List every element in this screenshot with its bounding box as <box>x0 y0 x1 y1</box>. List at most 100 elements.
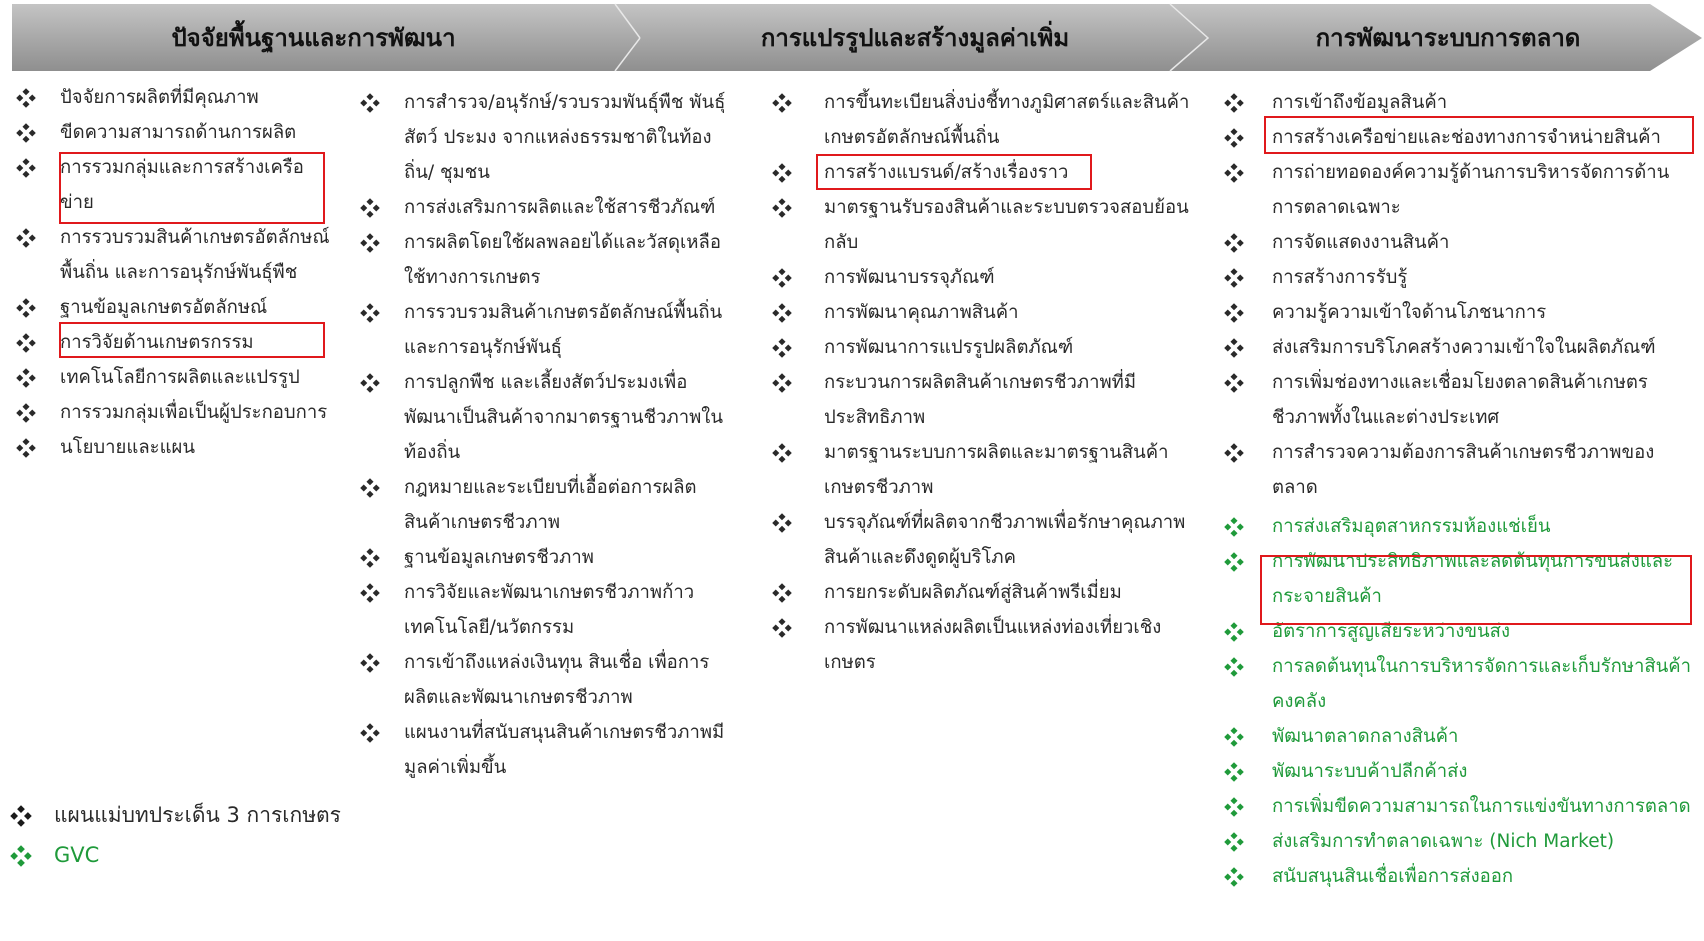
diamond-bullet-icon <box>772 190 792 225</box>
list-item: การสร้างการรับรู้ <box>1224 260 1699 295</box>
list-item-text: การสำรวจ/อนุรักษ์/รวบรวมพันธุ์พืช พันธุ์… <box>404 92 726 183</box>
diamond-bullet-icon <box>1224 155 1244 190</box>
green-diamond-bullet-icon <box>1224 544 1244 579</box>
list-item-text: ฐานข้อมูลเกษตรอัตลักษณ์ <box>60 297 268 318</box>
list-item-text: การลดต้นทุนในการบริหารจัดการและเก็บรักษา… <box>1272 656 1692 712</box>
diamond-bullet-icon <box>16 325 36 360</box>
list-item-text: มาตรฐานระบบการผลิตและมาตรฐานสินค้าเกษตรช… <box>824 442 1169 498</box>
diamond-bullet-icon <box>16 430 36 465</box>
list-item-text: การสำรวจความต้องการสินค้าเกษตรชีวภาพของต… <box>1272 442 1655 498</box>
list-item-text: สนับสนุนสินเชื่อเพื่อการส่งออก <box>1272 866 1514 887</box>
green-diamond-bullet-icon <box>1224 719 1244 754</box>
list-item-text: การเพิ่มช่องทางและเชื่อมโยงตลาดสินค้าเกษ… <box>1272 372 1648 428</box>
list-item: พัฒนาตลาดกลางสินค้า <box>1224 719 1699 754</box>
legend-black-diamond-icon <box>10 795 32 830</box>
list-item: การขึ้นทะเบียนสิ่งบ่งชี้ทางภูมิศาสตร์และ… <box>772 85 1202 155</box>
highlight-box-networking <box>59 152 325 224</box>
list-item-text: การเพิ่มขีดความสามารถในการแข่งขันทางการต… <box>1272 796 1691 817</box>
green-diamond-bullet-icon <box>1224 859 1244 894</box>
list-item: การลดต้นทุนในการบริหารจัดการและเก็บรักษา… <box>1224 649 1699 719</box>
list-item-text: การวิจัยและพัฒนาเกษตรชีวภาพก้าวเทคโนโลยี… <box>404 582 695 638</box>
diamond-bullet-icon <box>772 155 792 190</box>
list-item-text: แผนงานที่สนับสนุนสินค้าเกษตรชีวภาพมีมูลค… <box>404 722 725 778</box>
list-item: บรรจุภัณฑ์ที่ผลิตจากชีวภาพเพื่อรักษาคุณภ… <box>772 505 1202 575</box>
diamond-bullet-icon <box>772 260 792 295</box>
green-diamond-bullet-icon <box>1224 754 1244 789</box>
green-diamond-bullet-icon <box>1224 614 1244 649</box>
diamond-bullet-icon <box>360 645 380 680</box>
diamond-bullet-icon <box>360 575 380 610</box>
list-item: การปลูกพืช และเลี้ยงสัตว์ประมงเพื่อพัฒนา… <box>360 365 730 470</box>
diamond-bullet-icon <box>1224 435 1244 470</box>
green-diamond-bullet-icon <box>1224 824 1244 859</box>
list-item: ส่งเสริมการบริโภคสร้างความเข้าใจในผลิตภั… <box>1224 330 1699 365</box>
list-item-text: ส่งเสริมการบริโภคสร้างความเข้าใจในผลิตภั… <box>1272 337 1656 358</box>
diamond-bullet-icon <box>360 365 380 400</box>
list-item: การผลิตโดยใช้ผลพลอยได้และวัสดุเหลือใช้ทา… <box>360 225 730 295</box>
diamond-bullet-icon <box>1224 120 1244 155</box>
list-item-text: การพัฒนาบรรจุภัณฑ์ <box>824 267 995 288</box>
diamond-bullet-icon <box>360 715 380 750</box>
diamond-bullet-icon <box>16 220 36 255</box>
diamond-bullet-icon <box>772 295 792 330</box>
stage3-title: การพัฒนาระบบการตลาด <box>1315 24 1581 52</box>
list-item-text: ฐานข้อมูลเกษตรชีวภาพ <box>404 547 594 568</box>
list-item: นโยบายและแผน <box>16 430 336 465</box>
list-item: การเข้าถึงแหล่งเงินทุน สินเชื่อ เพื่อการ… <box>360 645 730 715</box>
list-item: ปัจจัยการผลิตที่มีคุณภาพ <box>16 80 336 115</box>
diamond-bullet-icon <box>1224 225 1244 260</box>
list-item: การสำรวจความต้องการสินค้าเกษตรชีวภาพของต… <box>1224 435 1699 505</box>
list-item-text: การยกระดับผลิตภัณฑ์สู่สินค้าพรีเมี่ยม <box>824 582 1122 603</box>
list-item: การรวบรวมสินค้าเกษตรอัตลักษณ์พื้นถิ่นและ… <box>360 295 730 365</box>
list-item-text: ปัจจัยการผลิตที่มีคุณภาพ <box>60 87 259 108</box>
list-item-text: กฎหมายและระเบียบที่เอื้อต่อการผลิตสินค้า… <box>404 477 697 533</box>
list-item-text: พัฒนาตลาดกลางสินค้า <box>1272 726 1459 747</box>
list-item-text: การปลูกพืช และเลี้ยงสัตว์ประมงเพื่อพัฒนา… <box>404 372 723 463</box>
diamond-bullet-icon <box>360 190 380 225</box>
list-item: การรวมกลุ่มเพื่อเป็นผู้ประกอบการ <box>16 395 336 430</box>
list-item-text: การเข้าถึงข้อมูลสินค้า <box>1272 92 1448 113</box>
diamond-bullet-icon <box>360 295 380 330</box>
diamond-bullet-icon <box>1224 365 1244 400</box>
list-item: ขีดความสามารถด้านการผลิต <box>16 115 336 150</box>
green-diamond-bullet-icon <box>1224 649 1244 684</box>
legend-green-diamond-icon <box>10 835 32 870</box>
list-item: มาตรฐานระบบการผลิตและมาตรฐานสินค้าเกษตรช… <box>772 435 1202 505</box>
list-item: การพัฒนาการแปรรูปผลิตภัณฑ์ <box>772 330 1202 365</box>
list-item-text: การรวบรวมสินค้าเกษตรอัตลักษณ์พื้นถิ่นและ… <box>404 302 723 358</box>
diamond-bullet-icon <box>772 85 792 120</box>
diamond-bullet-icon <box>1224 85 1244 120</box>
list-item: การรวบรวมสินค้าเกษตรอัตลักษณ์พื้นถิ่น แล… <box>16 220 336 290</box>
list-item: การวิจัยและพัฒนาเกษตรชีวภาพก้าวเทคโนโลยี… <box>360 575 730 645</box>
list-item-text: การขึ้นทะเบียนสิ่งบ่งชี้ทางภูมิศาสตร์และ… <box>824 92 1190 148</box>
list-item: แผนงานที่สนับสนุนสินค้าเกษตรชีวภาพมีมูลค… <box>360 715 730 785</box>
list-item: การพัฒนาบรรจุภัณฑ์ <box>772 260 1202 295</box>
diamond-bullet-icon <box>16 80 36 115</box>
stage1-biotech-list: การสำรวจ/อนุรักษ์/รวบรวมพันธุ์พืช พันธุ์… <box>360 85 730 785</box>
list-item: กระบวนการผลิตสินค้าเกษตรชีวภาพที่มีประสิ… <box>772 365 1202 435</box>
highlight-box-agri-database <box>59 322 325 358</box>
diamond-bullet-icon <box>1224 330 1244 365</box>
list-item-text: การรวบรวมสินค้าเกษตรอัตลักษณ์พื้นถิ่น แล… <box>60 227 330 283</box>
list-item-text: ความรู้ความเข้าใจด้านโภชนาการ <box>1272 302 1547 323</box>
diamond-bullet-icon <box>360 85 380 120</box>
green-diamond-bullet-icon <box>1224 789 1244 824</box>
list-item-text: การถ่ายทอดองค์ความรู้ด้านการบริหารจัดการ… <box>1272 162 1670 218</box>
list-item: การเพิ่มขีดความสามารถในการแข่งขันทางการต… <box>1224 789 1699 824</box>
stage1-factors-list: ปัจจัยการผลิตที่มีคุณภาพขีดความสามารถด้า… <box>16 80 336 465</box>
diamond-bullet-icon <box>16 150 36 185</box>
diamond-bullet-icon <box>772 330 792 365</box>
stage1-title: ปัจจัยพื้นฐานและการพัฒนา <box>171 24 456 52</box>
list-item: ฐานข้อมูลเกษตรชีวภาพ <box>360 540 730 575</box>
diamond-bullet-icon <box>772 505 792 540</box>
diamond-bullet-icon <box>360 225 380 260</box>
highlight-box-branding <box>816 154 1092 190</box>
diamond-bullet-icon <box>16 290 36 325</box>
list-item-text: ส่งเสริมการทำตลาดเฉพาะ (Nich Market) <box>1272 831 1615 852</box>
list-item-text: การส่งเสริมการผลิตและใช้สารชีวภัณฑ์ <box>404 197 716 218</box>
stage2-title: การแปรรูปและสร้างมูลค่าเพิ่ม <box>760 24 1070 52</box>
list-item: การพัฒนาแหล่งผลิตเป็นแหล่งท่องเที่ยวเชิง… <box>772 610 1202 680</box>
diamond-bullet-icon <box>16 395 36 430</box>
list-item-text: การจัดแสดงงานสินค้า <box>1272 232 1450 253</box>
list-item: ความรู้ความเข้าใจด้านโภชนาการ <box>1224 295 1699 330</box>
